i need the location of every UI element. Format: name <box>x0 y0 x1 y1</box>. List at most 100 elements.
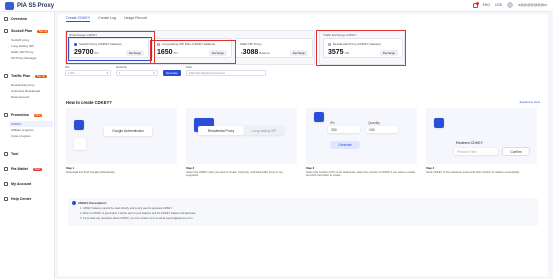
sidebar-item-traffic-plan[interactable]: Traffic Plan Top Up <box>4 74 47 78</box>
group-label: Traffic Exchange CDKEY <box>323 33 357 37</box>
radio-icon[interactable] <box>157 42 160 46</box>
traffic-icon <box>4 74 8 78</box>
tab-bar: Create CDKEY Create Log Usage Record <box>66 16 147 22</box>
sidebar-item-label: Tool <box>11 152 19 156</box>
sidebar-item-help-center[interactable]: Help Center <box>4 197 31 201</box>
sidebar-item-overview[interactable]: Overview <box>4 17 27 21</box>
balance-cards: IP Exchange CDKEY Socks5 Proxy (CDKEY ba… <box>65 30 405 65</box>
sidebar-item-pia-wallet[interactable]: Pia Wallet NEW <box>4 167 42 171</box>
user-email[interactable]: a@@@@@@@m <box>518 3 547 7</box>
sidebar-sub-long-lasting-isp[interactable]: Long-lasting ISP <box>11 44 34 48</box>
note-line: 1. CDKEY balance cannot be used directly… <box>80 207 172 210</box>
card-label-text: Socks5 Proxy (CDKEY balance) <box>79 42 122 46</box>
tab-create-log[interactable]: Create Log <box>98 16 116 22</box>
ip-exchange-group: IP Exchange CDKEY Socks5 Proxy (CDKEY ba… <box>65 30 315 65</box>
sidebar-item-tool[interactable]: Tool <box>4 152 18 156</box>
card-label-text: Static ISP Proxy <box>240 42 262 46</box>
note-input[interactable]: Click Not Adjustment Amount <box>185 70 266 76</box>
card-amount: 29700IPs <box>74 49 99 56</box>
tab-create-cdkey[interactable]: Create CDKEY <box>66 16 91 22</box>
step-2-illustration: Residential Proxy Long-lasting ISP <box>186 108 297 164</box>
ip-select[interactable]: 1 IPs ▾ <box>65 70 111 76</box>
traffic-exchange-group: Traffic Exchange CDKEY Residential Proxy… <box>319 30 405 65</box>
steps-row: Google Authenticator Residential Proxy L… <box>66 108 537 164</box>
recharge-button[interactable]: Recharge <box>379 50 398 56</box>
cdkey-description: CDKEY Description: 1. CDKEY balance cann… <box>68 198 538 226</box>
wallet-icon <box>4 167 8 171</box>
notification-dot <box>475 1 479 5</box>
bell-icon[interactable] <box>472 1 479 8</box>
card-amount: $3088Balance <box>240 49 270 56</box>
mock-long-lasting-isp: Long-lasting ISP <box>244 126 284 135</box>
status-badge: New <box>33 113 43 117</box>
card-label: Long-lasting ISP Plan (CDKEY balance) <box>157 42 215 46</box>
globe-icon <box>4 29 8 33</box>
sidebar-item-promotion[interactable]: Promotion New <box>4 113 43 117</box>
amount-unit: GB <box>344 51 349 55</box>
sidebar-item-my-account[interactable]: My Account <box>4 182 31 186</box>
sidebar-sub-data-account[interactable]: Data account <box>11 95 29 99</box>
sidebar-sub-cdkey[interactable]: CDKEY <box>11 122 22 126</box>
radio-selected-icon[interactable] <box>74 42 77 46</box>
recharge-button[interactable]: Recharge <box>289 50 308 56</box>
card-long-lasting-isp[interactable]: Long-lasting ISP Plan (CDKEY balance) 16… <box>152 38 232 58</box>
card-residential-proxy[interactable]: Residential Proxy (CDKEY balance) 3575GB… <box>323 38 403 58</box>
step-4-caption: Step 4 Send CDKEY to the redeemer (user) … <box>426 167 536 174</box>
ip-field-group: IPs 1 IPs ▾ <box>65 65 111 76</box>
mock-app-name: Google Authenticator <box>104 126 152 136</box>
step-text: Send CDKEY to the redeemer (user) and cl… <box>426 170 520 174</box>
sidebar-item-label: Pia Wallet <box>11 167 28 171</box>
card-amount: 1650IPs <box>157 49 178 56</box>
note-title: CDKEY Description: <box>78 201 107 205</box>
card-socks5-proxy[interactable]: Socks5 Proxy (CDKEY balance) 29700IPs Re… <box>69 38 149 58</box>
expand-link[interactable]: Expand to view <box>520 100 540 104</box>
brand-logo[interactable]: PIA S5 Proxy <box>5 2 54 10</box>
step-text: Select the CDKEY plan you want to create… <box>186 170 283 178</box>
chevron-down-icon: ▾ <box>106 71 108 75</box>
step-4-illustration: Redeem CDKEY Please Enter Confirm <box>426 108 537 164</box>
sidebar-sub-invite-program[interactable]: Invite program <box>11 134 31 138</box>
mock-quantity-label: Quantity <box>368 121 380 125</box>
amount-unit: IPs <box>94 51 99 55</box>
mock-residential-proxy: Residential Proxy <box>198 126 244 135</box>
authenticator-logo-icon <box>74 138 86 150</box>
quantity-value: 1 <box>119 71 121 75</box>
group-label: IP Exchange CDKEY <box>69 33 98 37</box>
currency-select[interactable]: USD <box>495 3 502 7</box>
sidebar-sub-affiliate-program[interactable]: Affiliate program <box>11 128 33 132</box>
stepper-icon[interactable]: ⇕ <box>153 71 155 75</box>
quantity-stepper[interactable]: 1 ⇕ <box>116 70 158 76</box>
sidebar-sub-unlimited-residential[interactable]: Unlimited Residential <box>11 89 40 93</box>
sidebar-item-label: Socks5 Plan <box>11 29 33 33</box>
card-label: Residential Proxy (CDKEY balance) <box>328 42 381 46</box>
step4-badge-icon <box>434 118 444 128</box>
step3-badge-icon <box>314 112 324 122</box>
recharge-button[interactable]: Recharge <box>208 50 227 56</box>
generate-button[interactable]: Generate <box>163 70 181 76</box>
sidebar-item-label: My Account <box>11 182 32 186</box>
radio-icon[interactable] <box>328 42 331 46</box>
sidebar-sub-static-isp[interactable]: Static ISP Proxy <box>11 50 33 54</box>
sidebar-sub-socks5-proxy[interactable]: Socks5 proxy <box>11 38 30 42</box>
tab-usage-record[interactable]: Usage Record <box>124 16 147 22</box>
sidebar: Overview Socks5 Plan Top Up Socks5 proxy … <box>0 12 55 279</box>
status-badge: Top Up <box>35 74 47 78</box>
sidebar-item-socks5-plan[interactable]: Socks5 Plan Top Up <box>4 29 49 33</box>
sidebar-item-label: Traffic Plan <box>11 74 31 78</box>
sidebar-sub-residential-proxy[interactable]: Residential proxy <box>11 83 35 87</box>
ip-value: 1 IPs <box>68 71 75 75</box>
language-select[interactable]: ENG <box>483 3 490 7</box>
amount-value: 3575 <box>328 49 344 56</box>
card-static-isp[interactable]: Static ISP Proxy $3088Balance Recharge <box>235 38 313 58</box>
status-badge: NEW <box>32 167 42 171</box>
card-label-text: Residential Proxy (CDKEY balance) <box>333 42 381 46</box>
amount-unit: Balance <box>259 51 271 55</box>
sidebar-item-label: Overview <box>11 17 27 21</box>
status-badge: Top Up <box>37 29 49 33</box>
card-label: Static ISP Proxy <box>240 42 262 46</box>
recharge-button[interactable]: Recharge <box>125 50 144 56</box>
sidebar-sub-s5-proxy-manager[interactable]: S5 Proxy Manager <box>11 56 37 60</box>
card-amount: 3575GB <box>328 49 349 56</box>
step-text: Download and bind Google Authenticator <box>66 170 115 174</box>
avatar[interactable] <box>507 2 514 8</box>
